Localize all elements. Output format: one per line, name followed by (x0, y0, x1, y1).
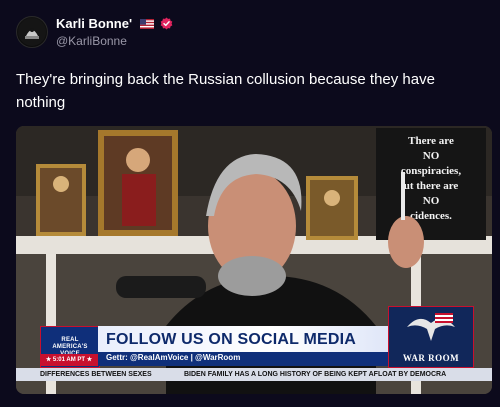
verified-badge-icon (160, 17, 173, 30)
lower-third-headline: FOLLOW US ON SOCIAL MEDIA (106, 331, 357, 348)
display-name[interactable]: Karli Bonne' (56, 16, 132, 31)
avatar[interactable] (16, 16, 48, 48)
lower-third-headline-bar: FOLLOW US ON SOCIAL MEDIA (98, 326, 388, 352)
network-logo-line-2: AMERICA'S (52, 343, 88, 350)
news-ticker: DIFFERENCES BETWEEN SEXES BIDEN FAMILY H… (16, 368, 492, 381)
lower-third-subline: Gettr: @RealAmVoice | @WarRoom (106, 353, 241, 362)
ticker-item-1: DIFFERENCES BETWEEN SEXES (40, 371, 152, 378)
user-handle[interactable]: @KarliBonne (56, 34, 127, 48)
sign-line-4: ut there are (404, 180, 459, 192)
show-logo-text: WAR ROOM (402, 353, 460, 363)
lower-third-subline-bar: Gettr: @RealAmVoice | @WarRoom (98, 352, 388, 366)
sign-line-1: There are (408, 135, 454, 147)
display-name-row[interactable]: Karli Bonne' (56, 16, 173, 31)
lower-third: REAL AMERICA'S VOICE FOLLOW US ON SOCIAL… (16, 306, 492, 394)
network-logo-line-1: REAL (61, 336, 79, 343)
sign-line-2: NO (423, 150, 440, 162)
post-text: They're bringing back the Russian collus… (16, 71, 435, 111)
eagle-icon (407, 313, 455, 341)
sign-line-5: NO (423, 195, 440, 207)
sign-line-6: cidences. (410, 210, 452, 222)
post-video[interactable]: There are NO conspiracies, ut there are … (16, 126, 492, 394)
sign-line-3: conspiracies, (401, 165, 461, 177)
show-logo: WAR ROOM (388, 306, 474, 368)
post-header: Karli Bonne' @KarliBonne (16, 12, 486, 52)
us-flag-icon (139, 19, 154, 29)
ticker-item-2: BIDEN FAMILY HAS A LONG HISTORY OF BEING… (184, 371, 447, 378)
broadcast-time: ★ 5:01 AM PT ★ (40, 354, 98, 366)
